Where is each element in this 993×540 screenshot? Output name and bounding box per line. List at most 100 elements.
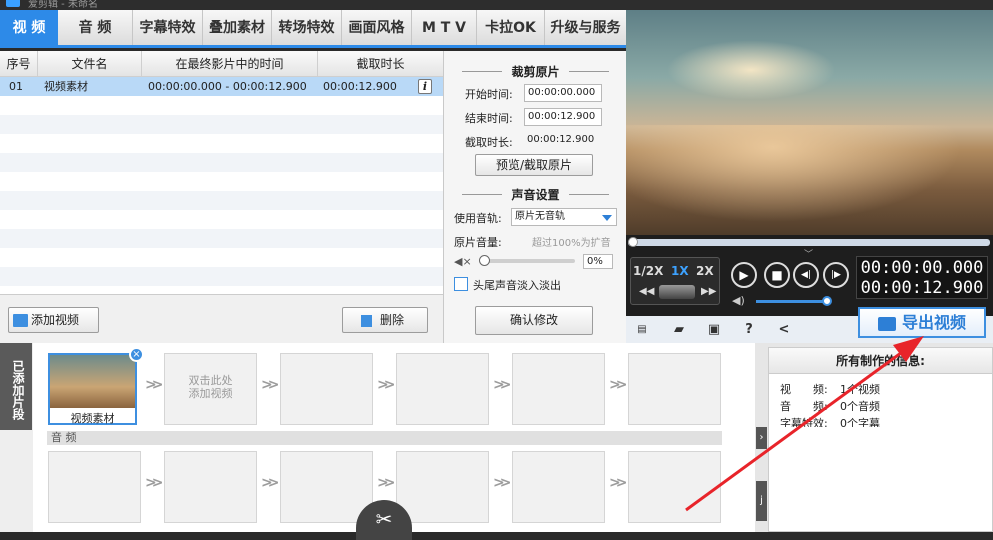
col-filename[interactable]: 文件名 bbox=[38, 51, 142, 76]
empty-clip-slot[interactable] bbox=[280, 353, 373, 425]
preview-crop-button[interactable]: 预览/截取原片 bbox=[475, 154, 593, 176]
play-button[interactable]: ▶ bbox=[731, 262, 757, 288]
col-timeline-time[interactable]: 在最终影片中的时间 bbox=[142, 51, 318, 76]
transition-arrow-icon[interactable]: >> bbox=[609, 475, 628, 491]
start-time-field[interactable]: 00:00:00.000 bbox=[524, 84, 602, 102]
table-row bbox=[0, 210, 443, 229]
remove-clip-icon[interactable]: × bbox=[129, 347, 144, 362]
info-icon[interactable]: i bbox=[418, 79, 432, 94]
tab-overlay[interactable]: 叠加素材 bbox=[203, 10, 272, 45]
player-panel: ﹀ 1/2X 1X 2X ◀◀ ▶▶ ▶ ■ ◀| |▶ 00:00:00.00… bbox=[626, 10, 993, 343]
empty-clip-slot[interactable] bbox=[512, 353, 605, 425]
empty-audio-slot[interactable] bbox=[280, 451, 373, 523]
new-project-icon[interactable]: ▤ bbox=[634, 322, 650, 337]
speed-normal[interactable]: 1X bbox=[671, 264, 689, 278]
volume-percent-field[interactable]: 0% bbox=[583, 254, 613, 269]
tab-subtitles[interactable]: 字幕特效 bbox=[133, 10, 203, 45]
share-icon[interactable]: < bbox=[776, 322, 792, 337]
table-row bbox=[0, 191, 443, 210]
main-tabs: 视 频 音 频 字幕特效 叠加素材 转场特效 画面风格 M T V 卡拉OK 升… bbox=[0, 10, 626, 48]
transition-arrow-icon[interactable]: >> bbox=[377, 377, 396, 393]
empty-clip-slot[interactable]: 双击此处添加视频 bbox=[164, 353, 257, 425]
clip-table-header: 序号 文件名 在最终影片中的时间 截取时长 bbox=[0, 51, 443, 77]
add-video-button[interactable]: 添加视频 bbox=[8, 307, 99, 333]
preview-clouds bbox=[626, 125, 993, 235]
tab-mtv[interactable]: M T V bbox=[412, 10, 477, 45]
fade-label: 头尾声音淡入淡出 bbox=[473, 279, 561, 292]
tab-styles[interactable]: 画面风格 bbox=[342, 10, 412, 45]
clip-thumbnail-image bbox=[50, 355, 135, 408]
preview-sky-glow bbox=[666, 40, 836, 100]
row-duration: 00:00:12.900 bbox=[323, 80, 397, 93]
volume-slider[interactable] bbox=[756, 300, 826, 303]
seek-knob[interactable] bbox=[628, 237, 638, 247]
crop-duration-value: 00:00:12.900 bbox=[527, 134, 595, 145]
mute-speaker-icon[interactable]: ◀× bbox=[454, 255, 472, 268]
volume-knob[interactable] bbox=[822, 296, 832, 306]
empty-audio-slot[interactable] bbox=[512, 451, 605, 523]
audio-track-select[interactable]: 原片无音轨 bbox=[511, 208, 617, 226]
export-icon bbox=[877, 316, 896, 331]
transition-arrow-icon[interactable]: >> bbox=[377, 475, 396, 491]
end-time-field[interactable]: 00:00:12.900 bbox=[524, 108, 602, 126]
info-content: 所有制作的信息: 视 频: 1个视频 音 频: 0个音频 字幕特效: 0个字幕 bbox=[768, 347, 993, 532]
open-folder-icon[interactable]: ▰ bbox=[671, 322, 687, 337]
confirm-changes-button[interactable]: 确认修改 bbox=[475, 306, 593, 335]
delete-button[interactable]: 删除 bbox=[342, 307, 428, 333]
transition-arrow-icon[interactable]: >> bbox=[145, 377, 164, 393]
collapse-info-icon[interactable]: › bbox=[756, 427, 767, 449]
transition-arrow-icon[interactable]: >> bbox=[493, 475, 512, 491]
clip-thumbnail-label: 视频素材 bbox=[70, 412, 115, 425]
transition-arrow-icon[interactable]: >> bbox=[261, 377, 280, 393]
speed-half[interactable]: 1/2X bbox=[633, 264, 663, 278]
clip-list-panel: 序号 文件名 在最终影片中的时间 截取时长 01 视频素材 00:00:00.0… bbox=[0, 51, 443, 343]
empty-audio-slot[interactable] bbox=[396, 451, 489, 523]
title-bar: 爱剪辑 - 未命名 bbox=[0, 0, 993, 10]
dropdown-arrow-icon bbox=[602, 215, 612, 221]
crop-duration-label: 截取时长: bbox=[465, 136, 513, 149]
add-film-icon bbox=[13, 314, 28, 327]
seek-bar[interactable] bbox=[628, 237, 990, 247]
source-volume-slider[interactable] bbox=[479, 255, 575, 266]
export-video-label: 导出视频 bbox=[901, 313, 966, 332]
col-index[interactable]: 序号 bbox=[0, 51, 38, 76]
row-index: 01 bbox=[9, 80, 23, 93]
trash-icon bbox=[361, 314, 372, 327]
save-icon[interactable]: ▣ bbox=[706, 322, 722, 337]
next-frame-button[interactable]: |▶ bbox=[823, 262, 849, 288]
clip-thumbnail[interactable]: 视频素材 bbox=[48, 353, 137, 425]
tab-transitions[interactable]: 转场特效 bbox=[272, 10, 342, 45]
empty-clip-slot[interactable] bbox=[396, 353, 489, 425]
tab-karaoke[interactable]: 卡拉OK bbox=[477, 10, 545, 45]
tab-audio[interactable]: 音 频 bbox=[58, 10, 133, 45]
transition-arrow-icon[interactable]: >> bbox=[609, 377, 628, 393]
video-preview[interactable] bbox=[626, 10, 993, 235]
table-row bbox=[0, 134, 443, 153]
transition-arrow-icon[interactable]: >> bbox=[493, 377, 512, 393]
tab-video[interactable]: 视 频 bbox=[0, 10, 58, 45]
empty-audio-slot[interactable] bbox=[164, 451, 257, 523]
volume-icon[interactable]: ◀) bbox=[732, 294, 745, 307]
transition-arrow-icon[interactable]: >> bbox=[145, 475, 164, 491]
col-duration[interactable]: 截取时长 bbox=[318, 51, 443, 76]
export-video-button[interactable]: 导出视频 bbox=[858, 307, 986, 338]
help-icon[interactable]: ? bbox=[741, 322, 757, 337]
empty-clip-slot[interactable] bbox=[628, 353, 721, 425]
fast-forward-icon[interactable]: ▶▶ bbox=[701, 286, 716, 297]
collapse-chevron-icon[interactable]: ﹀ bbox=[804, 247, 813, 260]
prev-frame-button[interactable]: ◀| bbox=[793, 262, 819, 288]
rewind-icon[interactable]: ◀◀ bbox=[639, 286, 654, 297]
transition-arrow-icon[interactable]: >> bbox=[261, 475, 280, 491]
info-side-tab[interactable]: j bbox=[756, 481, 767, 521]
speed-slider-thumb[interactable] bbox=[659, 285, 695, 299]
info-value: 0个字幕 bbox=[840, 417, 880, 427]
empty-audio-slot[interactable] bbox=[628, 451, 721, 523]
volume-slider-knob[interactable] bbox=[479, 255, 490, 266]
empty-audio-slot[interactable] bbox=[48, 451, 141, 523]
table-row[interactable]: 01 视频素材 00:00:00.000 - 00:00:12.900 00:0… bbox=[0, 77, 443, 96]
info-title: 所有制作的信息: bbox=[769, 348, 992, 374]
fade-checkbox[interactable] bbox=[454, 277, 468, 291]
speed-double[interactable]: 2X bbox=[696, 264, 714, 278]
tab-upgrade[interactable]: 升级与服务 bbox=[545, 10, 626, 45]
stop-button[interactable]: ■ bbox=[764, 262, 790, 288]
